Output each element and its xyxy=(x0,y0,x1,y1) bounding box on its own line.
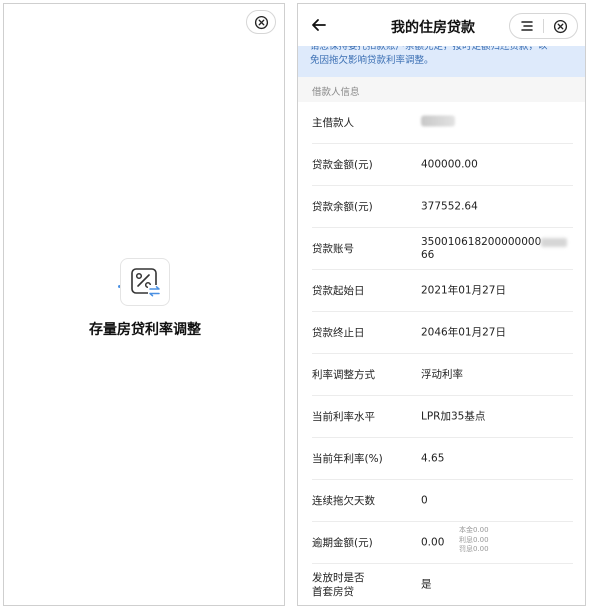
row-label: 当前利率水平 xyxy=(312,411,375,423)
row-value: 0 xyxy=(421,494,428,507)
loan-info-list: 主借款人 贷款金额(元) 400000.00 贷款余额(元) 377552.64… xyxy=(298,102,585,605)
row-value xyxy=(421,115,455,131)
row-value: 2046年01月27日 xyxy=(421,326,506,339)
percent-exchange-icon xyxy=(131,268,161,298)
row-label: 当前年利率(%) xyxy=(312,453,383,465)
list-item: 贷款金额(元) 400000.00 xyxy=(298,144,585,186)
row-value: 350010618200000000 66 xyxy=(421,236,568,262)
row-label: 利率调整方式 xyxy=(312,369,375,381)
section-header: 借款人信息 xyxy=(298,77,585,102)
redacted-digits xyxy=(541,237,568,247)
row-value: 是 xyxy=(421,578,432,591)
overdue-breakdown: 本金0.00 利息0.00 罚息0.00 xyxy=(459,526,489,555)
row-label: 主借款人 xyxy=(312,117,354,129)
page-title: 我的住房贷款 xyxy=(391,20,475,36)
row-value: 0.00 xyxy=(421,536,445,549)
list-item: 贷款余额(元) 377552.64 xyxy=(298,186,585,228)
list-item: 利率调整方式 浮动利率 xyxy=(298,354,585,396)
close-icon xyxy=(254,15,268,29)
mini-program-capsule xyxy=(509,13,578,39)
list-item: 连续拖欠天数 0 xyxy=(298,480,585,522)
row-value: 377552.64 xyxy=(421,200,478,213)
row-label: 贷款起始日 xyxy=(312,285,365,297)
splash-title: 存量房贷利率调整 xyxy=(89,322,201,338)
row-label: 贷款余额(元) xyxy=(312,201,373,213)
list-item: 贷款账号 350010618200000000 66 xyxy=(298,228,585,270)
close-icon xyxy=(553,19,568,33)
list-item: 贷款终止日 2046年01月27日 xyxy=(298,312,585,354)
row-value: 2021年01月27日 xyxy=(421,284,506,297)
menu-button[interactable] xyxy=(510,14,543,38)
notice-text: 请您保持委托扣款账户余额充足，按时足额归还贷款，以 免因拖欠影响贷款利率调整。 xyxy=(310,46,548,66)
row-value: LPR加35基点 xyxy=(421,410,486,423)
account-number-line2: 66 xyxy=(421,249,435,261)
top-bar: 我的住房贷款 xyxy=(298,4,585,46)
splash-panel: 存量房贷利率调整 xyxy=(3,3,285,606)
list-item: 当前年利率(%) 4.65 xyxy=(298,438,585,480)
account-number-line1: 350010618200000000 xyxy=(421,236,542,248)
row-value: 400000.00 xyxy=(421,158,478,171)
menu-icon xyxy=(520,21,533,31)
redacted-name xyxy=(421,115,455,127)
principal-overdue: 本金0.00 xyxy=(459,526,489,534)
row-label: 发放时是否 首套房贷 xyxy=(312,572,365,598)
list-item: 逾期金额(元) 0.00 本金0.00 利息0.00 罚息0.00 xyxy=(298,522,585,564)
notice-banner: 请您保持委托扣款账户余额充足，按时足额归还贷款，以 免因拖欠影响贷款利率调整。 xyxy=(298,46,585,77)
list-item: 贷款起始日 2021年01月27日 xyxy=(298,270,585,312)
row-label: 贷款金额(元) xyxy=(312,159,373,171)
row-label: 连续拖欠天数 xyxy=(312,495,375,507)
close-button[interactable] xyxy=(544,14,577,38)
row-value: 浮动利率 xyxy=(421,368,463,381)
list-item: 当前利率水平 LPR加35基点 xyxy=(298,396,585,438)
row-label: 贷款账号 xyxy=(312,243,354,255)
app-logo xyxy=(120,258,170,306)
close-button[interactable] xyxy=(246,10,276,34)
row-value: 4.65 xyxy=(421,452,445,465)
arrow-left-icon[interactable] xyxy=(310,16,328,34)
row-label: 贷款终止日 xyxy=(312,327,365,339)
list-item: 主借款人 xyxy=(298,102,585,144)
row-label: 逾期金额(元) xyxy=(312,537,373,549)
interest-overdue: 利息0.00 xyxy=(459,535,489,544)
loan-detail-panel: 我的住房贷款 请您保持委托扣款账户余额充足，按时足额归还贷款，以 免因拖欠影响贷… xyxy=(297,3,586,606)
list-item: 发放时是否 首套房贷 是 xyxy=(298,564,585,605)
penalty-overdue: 罚息0.00 xyxy=(459,545,489,553)
